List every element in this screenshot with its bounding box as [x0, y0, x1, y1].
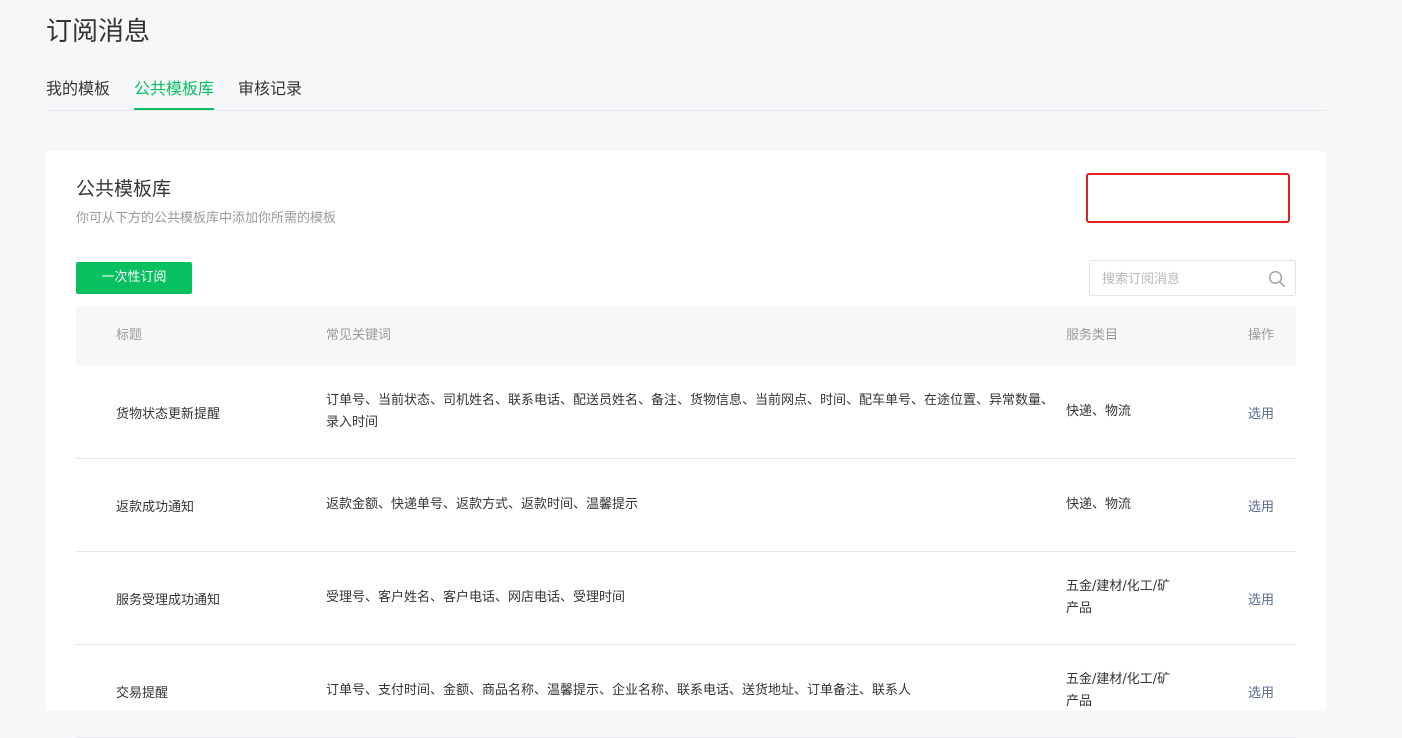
tab-review-records[interactable]: 审核记录 [238, 76, 302, 110]
table-row: 交易提醒 订单号、支付时间、金额、商品名称、温馨提示、企业名称、联系电话、送货地… [76, 645, 1296, 738]
row-title: 交易提醒 [116, 685, 169, 701]
row-title: 服务受理成功通知 [116, 592, 221, 608]
tab-public-library[interactable]: 公共模板库 [134, 76, 215, 110]
header-action: 操作 [1248, 328, 1275, 343]
row-category: 五金/建材/化工/矿产品 [1066, 579, 1171, 616]
row-category: 快递、物流 [1066, 404, 1132, 419]
highlight-box [1086, 173, 1290, 223]
table-header: 标题 常见关键词 服务类目 操作 [76, 306, 1296, 366]
public-library-card: 公共模板库 你可从下方的公共模板库中添加你所需的模板 一次性订阅 标题 常见关键… [46, 151, 1326, 738]
table-row: 货物状态更新提醒 订单号、当前状态、司机姓名、联系电话、配送员姓名、备注、货物信… [76, 366, 1296, 459]
card-title: 公共模板库 [76, 178, 172, 200]
tab-my-templates[interactable]: 我的模板 [46, 76, 110, 110]
card-description: 你可从下方的公共模板库中添加你所需的模板 [76, 211, 337, 226]
row-category: 快递、物流 [1066, 497, 1132, 512]
template-table: 标题 常见关键词 服务类目 操作 货物状态更新提醒 订单号、当前状态、司机姓名、… [76, 306, 1296, 738]
table-row: 返款成功通知 返款金额、快递单号、返款方式、返款时间、温馨提示 快递、物流 选用 [76, 459, 1296, 552]
row-title: 货物状态更新提醒 [116, 406, 221, 422]
row-keywords: 订单号、支付时间、金额、商品名称、温馨提示、企业名称、联系电话、送货地址、订单备… [326, 683, 912, 698]
tab-bar: 我的模板 公共模板库 审核记录 [46, 76, 1326, 111]
search-input[interactable] [1100, 261, 1264, 297]
table-row: 服务受理成功通知 受理号、客户姓名、客户电话、网店电话、受理时间 五金/建材/化… [76, 552, 1296, 645]
row-keywords: 受理号、客户姓名、客户电话、网店电话、受理时间 [326, 590, 626, 605]
search-box[interactable] [1089, 260, 1296, 297]
header-title: 标题 [116, 328, 143, 343]
row-keywords: 订单号、当前状态、司机姓名、联系电话、配送员姓名、备注、货物信息、当前网点、时间… [326, 393, 1055, 430]
row-title: 返款成功通知 [116, 499, 195, 515]
select-link[interactable]: 选用 [1248, 366, 1296, 458]
select-link[interactable]: 选用 [1248, 552, 1296, 644]
select-link[interactable]: 选用 [1248, 459, 1296, 551]
search-icon[interactable] [1268, 270, 1286, 288]
page-title: 订阅消息 [46, 17, 151, 47]
row-category: 五金/建材/化工/矿产品 [1066, 672, 1171, 709]
select-link[interactable]: 选用 [1248, 645, 1296, 737]
row-keywords: 返款金额、快递单号、返款方式、返款时间、温馨提示 [326, 497, 639, 512]
header-keywords: 常见关键词 [326, 328, 392, 343]
one-time-subscribe-button[interactable]: 一次性订阅 [76, 262, 192, 294]
header-category: 服务类目 [1066, 328, 1119, 343]
